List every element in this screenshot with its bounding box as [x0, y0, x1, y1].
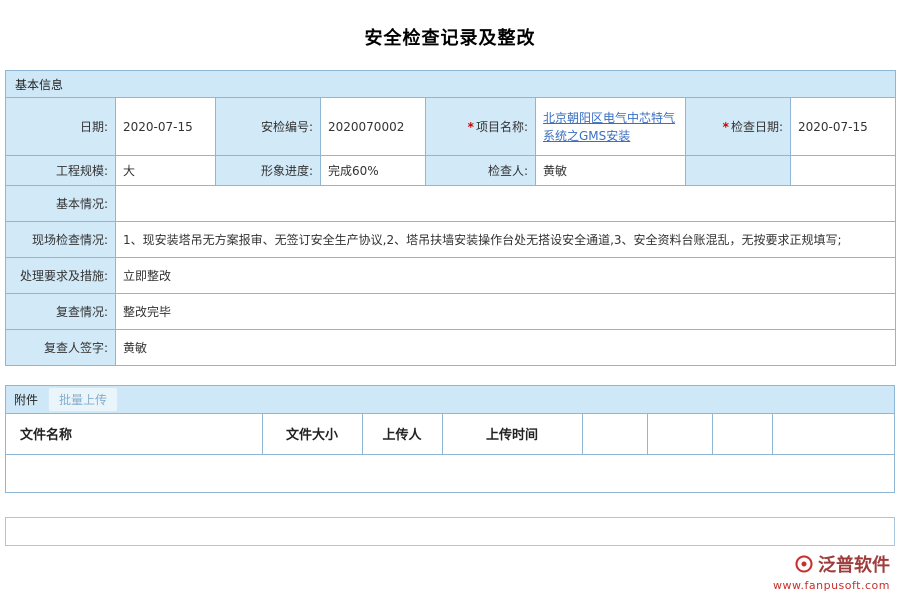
measures-label: 处理要求及措施:	[6, 258, 116, 294]
project-label-text: 项目名称:	[476, 120, 528, 134]
file-col-empty	[772, 414, 894, 454]
scale-value: 大	[116, 156, 216, 186]
brand-name: 泛普软件	[818, 551, 890, 577]
attachments-title: 附件	[14, 391, 38, 408]
date-label: 日期:	[6, 98, 116, 156]
file-table-empty-row	[6, 454, 894, 492]
scale-label: 工程规模:	[6, 156, 116, 186]
project-label: *项目名称:	[426, 98, 536, 156]
basic-situation-value	[116, 186, 896, 222]
empty-label-cell	[686, 156, 791, 186]
file-col-name: 文件名称	[6, 414, 262, 454]
inspection-no-label: 安检编号:	[216, 98, 321, 156]
page-title: 安全检查记录及整改	[0, 0, 900, 50]
file-table: 文件名称 文件大小 上传人 上传时间	[6, 414, 894, 492]
required-asterisk: *	[723, 120, 729, 134]
progress-value: 完成60%	[321, 156, 426, 186]
project-link[interactable]: 北京朝阳区电气中芯特气系统之GMS安装	[543, 111, 675, 143]
file-col-upload-time: 上传时间	[442, 414, 582, 454]
inspector-label: 检查人:	[426, 156, 536, 186]
site-check-label: 现场检查情况:	[6, 222, 116, 258]
brand-logo-icon	[794, 554, 814, 574]
required-asterisk: *	[468, 120, 474, 134]
file-col-empty	[582, 414, 647, 454]
check-date-label: *检查日期:	[686, 98, 791, 156]
recheck-value: 整改完毕	[116, 294, 896, 330]
date-value: 2020-07-15	[116, 98, 216, 156]
basic-info-section-header: 基本信息	[6, 71, 896, 98]
empty-value-cell	[791, 156, 896, 186]
attachments-header: 附件 批量上传	[6, 386, 894, 414]
inspector-value: 黄敏	[536, 156, 686, 186]
project-value-cell: 北京朝阳区电气中芯特气系统之GMS安装	[536, 98, 686, 156]
check-date-label-text: 检查日期:	[731, 120, 783, 134]
brand-footer: 泛普软件 www.fanpusoft.com	[773, 551, 890, 592]
bottom-empty-bar	[5, 517, 895, 546]
file-col-empty	[647, 414, 712, 454]
recheck-sign-value: 黄敏	[116, 330, 896, 366]
attachments-panel: 附件 批量上传 文件名称 文件大小 上传人 上传时间	[5, 385, 895, 493]
brand-website: www.fanpusoft.com	[773, 579, 890, 592]
measures-value: 立即整改	[116, 258, 896, 294]
recheck-label: 复查情况:	[6, 294, 116, 330]
file-col-size: 文件大小	[262, 414, 362, 454]
check-date-value: 2020-07-15	[791, 98, 896, 156]
batch-upload-button[interactable]: 批量上传	[48, 387, 118, 412]
inspection-no-value: 2020070002	[321, 98, 426, 156]
basic-info-table: 基本信息 日期: 2020-07-15 安检编号: 2020070002 *项目…	[5, 70, 896, 366]
recheck-sign-label: 复查人签字:	[6, 330, 116, 366]
progress-label: 形象进度:	[216, 156, 321, 186]
file-col-empty	[712, 414, 772, 454]
basic-situation-label: 基本情况:	[6, 186, 116, 222]
site-check-value: 1、现安装塔吊无方案报审、无签订安全生产协议,2、塔吊扶墙安装操作台处无搭设安全…	[116, 222, 896, 258]
file-col-uploader: 上传人	[362, 414, 442, 454]
